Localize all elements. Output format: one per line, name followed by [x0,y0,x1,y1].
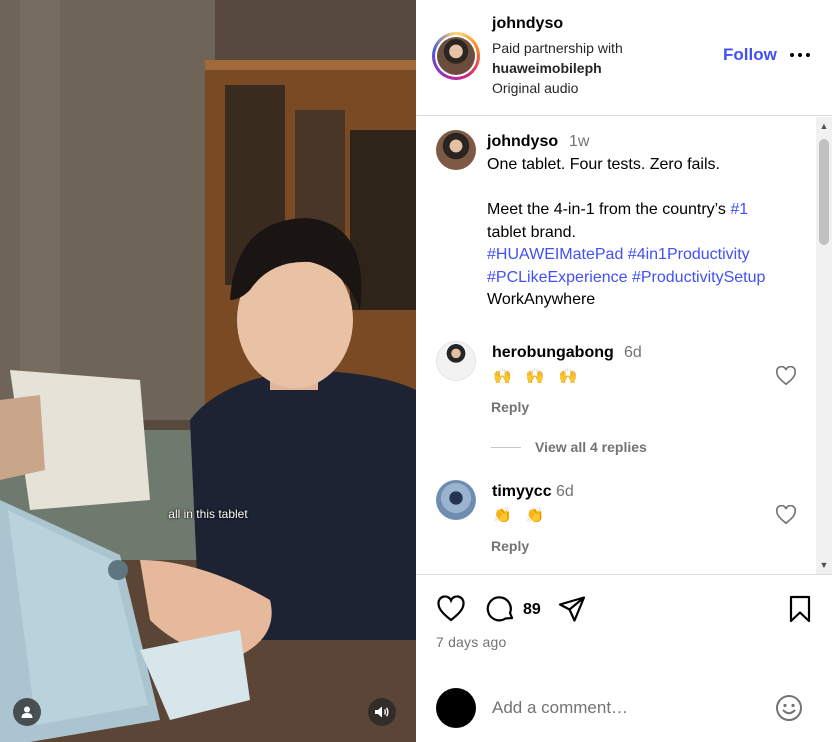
post-date[interactable]: 7 days ago [436,634,507,650]
bookmark-icon[interactable] [785,594,815,624]
caption-username[interactable]: johndyso [487,133,558,151]
comment-username[interactable]: herobungabong [492,344,614,362]
comment-timestamp[interactable]: 6d [624,344,642,362]
caption-line: #PCLikeExperience #ProductivitySetup [487,267,807,290]
avatar[interactable] [436,480,476,520]
view-replies-button[interactable]: View all 4 replies [491,439,647,455]
audio-label[interactable]: Original audio [492,80,578,96]
avatar[interactable] [436,341,476,381]
emoji-icon[interactable] [774,693,804,723]
comment-username[interactable]: timyycc [492,483,552,501]
post-actions-bar: 89 7 days ago [416,576,832,676]
hashtag-link[interactable]: #ProductivitySetup [632,269,765,286]
post-caption: One tablet. Four tests. Zero fails. Meet… [487,154,807,312]
author-avatar-story-ring[interactable] [432,32,480,80]
heart-icon[interactable] [436,594,466,624]
video-caption-overlay: all in this tablet [168,507,248,521]
add-comment-bar [416,676,832,742]
scrollbar-thumb[interactable] [819,139,829,245]
replies-divider [491,446,521,448]
comment-text: 🙌 🙌 🙌 [493,368,583,385]
caption-line: WorkAnywhere [487,291,596,308]
like-comment-heart-icon[interactable] [775,505,797,525]
reply-button[interactable]: Reply [491,538,529,554]
post-header: johndyso Paid partnership with huaweimob… [416,0,832,116]
caption-line: One tablet. Four tests. Zero fails. [487,156,720,173]
share-icon[interactable] [557,594,587,624]
caption-line: #HUAWEIMatePad #4in1Productivity [487,244,807,267]
avatar [437,37,475,75]
follow-button[interactable]: Follow [723,45,777,65]
comment-icon[interactable] [486,594,516,624]
post-details-panel: johndyso Paid partnership with huaweimob… [416,0,832,742]
author-username[interactable]: johndyso [492,15,563,33]
caption-line: Meet the 4-in-1 from the country’s #1 [487,199,807,222]
sound-toggle-button[interactable] [368,698,396,726]
comment-text: 👏 👏 [493,507,550,524]
hashtag-link[interactable]: #PCLikeExperience [487,269,628,286]
paid-partnership-label: Paid partnership with [492,40,623,56]
more-options-button[interactable] [788,44,812,66]
more-options-icon [790,53,810,57]
comment-input[interactable] [492,694,762,722]
video-frame [0,0,416,742]
tagged-users-button[interactable] [13,698,41,726]
caption-timestamp[interactable]: 1w [569,133,589,151]
reply-button[interactable]: Reply [491,399,529,415]
avatar [436,688,476,728]
view-replies-label: View all 4 replies [535,439,647,455]
scroll-down-arrow-icon[interactable]: ▼ [819,560,829,570]
like-comment-heart-icon[interactable] [775,366,797,386]
avatar[interactable] [436,130,476,170]
hashtag-link[interactable]: #HUAWEIMatePad [487,246,623,263]
comment-count[interactable]: 89 [523,601,541,619]
partner-username[interactable]: huaweimobileph [492,60,602,76]
comments-section[interactable]: johndyso 1w One tablet. Four tests. Zero… [416,117,832,575]
comment-timestamp[interactable]: 6d [556,483,574,501]
hashtag-link[interactable]: #4in1Productivity [628,246,750,263]
caption-text: Meet the 4-in-1 from the country’s [487,201,731,218]
hashtag-link[interactable]: #1 [730,201,748,218]
user-icon [21,706,33,718]
post-video[interactable]: all in this tablet [0,0,416,742]
scroll-up-arrow-icon[interactable]: ▲ [819,121,829,131]
caption-line: tablet brand. [487,223,576,241]
volume-icon [375,706,389,718]
